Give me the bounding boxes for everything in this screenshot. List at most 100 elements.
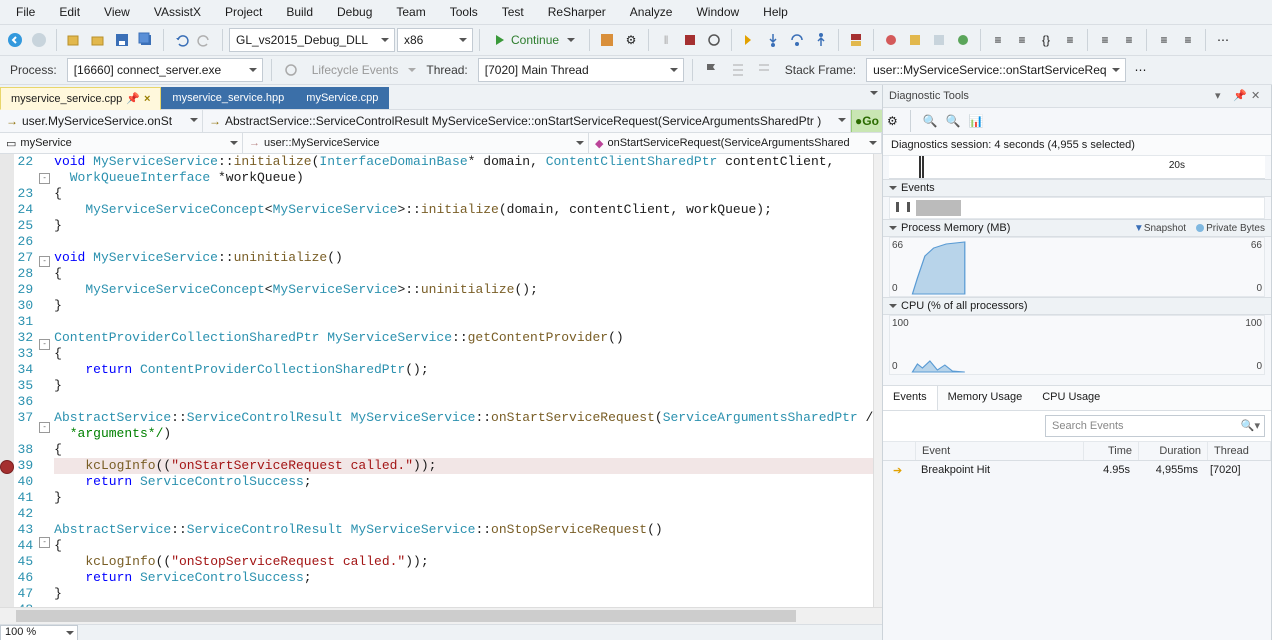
flag-icon[interactable] [701, 59, 723, 81]
tab-myservice-cpp[interactable]: myservice_service.cpp📌× [0, 87, 161, 110]
va-icon-5[interactable]: ≡ [987, 29, 1009, 51]
search-icon: 🔍▾ [1241, 419, 1260, 432]
menu-vassistx[interactable]: VAssistX [142, 1, 213, 23]
threads-icon[interactable] [727, 59, 749, 81]
overflow-icon-2[interactable]: ⋯ [1130, 59, 1152, 81]
vs-member-combo[interactable]: ◆onStartServiceRequest(ServiceArgumentsS… [589, 133, 882, 153]
gear-icon[interactable]: ⚙ [887, 114, 898, 128]
va-icon-10[interactable]: ≡ [1118, 29, 1140, 51]
redo-icon[interactable] [194, 29, 216, 51]
platform-combo[interactable]: x86 [397, 28, 473, 52]
menu-window[interactable]: Window [684, 1, 751, 23]
show-next-icon[interactable] [738, 29, 760, 51]
fold-button[interactable]: - [39, 173, 50, 184]
vs-type-combo[interactable]: →user::MyServiceService [243, 133, 589, 153]
memory-section[interactable]: Process Memory (MB) ▼SnapshotPrivate Byt… [883, 219, 1271, 237]
tab-myservice-cpp2[interactable]: myService.cpp [295, 87, 389, 109]
pause-icon[interactable]: ‖ [655, 29, 677, 51]
close-icon[interactable]: × [144, 93, 150, 105]
diag-tab-events[interactable]: Events [883, 386, 938, 410]
va-icon-1[interactable] [880, 29, 902, 51]
zoom-out-icon[interactable]: 🔍 [946, 114, 961, 128]
va-icon-11[interactable]: ≡ [1153, 29, 1175, 51]
process-combo[interactable]: [16660] connect_server.exe [67, 58, 263, 82]
diag-tab-memory[interactable]: Memory Usage [938, 386, 1033, 410]
go-button[interactable]: ●Go [851, 110, 882, 132]
open-icon[interactable] [87, 29, 109, 51]
restart-icon[interactable] [703, 29, 725, 51]
zoom-in-icon[interactable]: 🔍 [923, 114, 938, 128]
fold-button[interactable]: - [39, 422, 50, 433]
menu-debug[interactable]: Debug [325, 1, 384, 23]
nav-back-button[interactable] [4, 29, 26, 51]
step-out-icon[interactable] [810, 29, 832, 51]
zoom-combo[interactable]: 100 % [0, 625, 78, 640]
menu-tools[interactable]: Tools [438, 1, 490, 23]
va-icon-3[interactable] [928, 29, 950, 51]
nav-fwd-button[interactable] [28, 29, 50, 51]
diag-tab-cpu[interactable]: CPU Usage [1032, 386, 1110, 410]
vertical-scrollbar[interactable] [873, 154, 882, 607]
step-over-icon[interactable] [786, 29, 808, 51]
menu-file[interactable]: File [4, 1, 47, 23]
window-menu-icon[interactable]: ▾ [1215, 89, 1229, 103]
watch-icon[interactable] [845, 29, 867, 51]
fold-button[interactable]: - [39, 256, 50, 267]
va-icon-9[interactable]: ≡ [1094, 29, 1116, 51]
save-all-icon[interactable] [135, 29, 157, 51]
menu-build[interactable]: Build [274, 1, 325, 23]
time-ruler[interactable]: 20s [889, 156, 1265, 179]
close-icon[interactable]: ✕ [1251, 89, 1265, 103]
va-icon-6[interactable]: ≡ [1011, 29, 1033, 51]
menu-edit[interactable]: Edit [47, 1, 92, 23]
vs-project-combo[interactable]: ▭myService [0, 133, 243, 153]
lifecycle-label: Lifecycle Events [306, 63, 405, 77]
menu-analyze[interactable]: Analyze [618, 1, 685, 23]
pin-icon[interactable]: 📌 [1233, 89, 1247, 103]
fold-button[interactable]: - [39, 339, 50, 350]
new-project-icon[interactable] [63, 29, 85, 51]
menu-test[interactable]: Test [490, 1, 536, 23]
code-editor[interactable]: 2223242526272829303132333435363738394041… [0, 154, 882, 607]
horizontal-scrollbar[interactable] [0, 607, 882, 624]
lifecycle-icon[interactable] [280, 59, 302, 81]
va-icon-4[interactable] [952, 29, 974, 51]
thread-combo[interactable]: [7020] Main Thread [478, 58, 684, 82]
stackframe-combo[interactable]: user::MyServiceService::onStartServiceRe… [866, 58, 1125, 82]
overflow-icon[interactable]: ⋯ [1212, 29, 1234, 51]
save-icon[interactable] [111, 29, 133, 51]
va-member-combo[interactable]: →AbstractService::ServiceControlResult M… [203, 110, 851, 132]
stop-icon[interactable] [679, 29, 701, 51]
debug-prop-icon[interactable]: ⚙ [620, 29, 642, 51]
va-scope-combo[interactable]: →user.MyServiceService.onSt [0, 110, 203, 132]
va-icon-7[interactable]: {} [1035, 29, 1057, 51]
editor-footer: 100 % [0, 624, 882, 640]
menu-team[interactable]: Team [384, 1, 437, 23]
step-into-icon[interactable] [762, 29, 784, 51]
tab-myservice-hpp[interactable]: myservice_service.hpp [161, 87, 295, 109]
undo-icon[interactable] [170, 29, 192, 51]
tab-overflow-icon[interactable] [870, 91, 878, 99]
fold-button[interactable]: - [39, 537, 50, 548]
menu-help[interactable]: Help [751, 1, 800, 23]
events-section[interactable]: Events [883, 179, 1271, 197]
menu-project[interactable]: Project [213, 1, 274, 23]
continue-button[interactable]: Continue [486, 29, 583, 51]
menu-bar: File Edit View VAssistX Project Build De… [0, 0, 1272, 25]
breakpoint-icon[interactable] [0, 460, 14, 474]
threads-icon-2[interactable] [753, 59, 775, 81]
va-navbar: →user.MyServiceService.onSt →AbstractSer… [0, 109, 882, 133]
chart-icon[interactable]: 📊 [969, 114, 984, 128]
app-icon[interactable] [596, 29, 618, 51]
va-icon-8[interactable]: ≡ [1059, 29, 1081, 51]
event-row[interactable]: ➔ Breakpoint Hit 4.95s 4,955ms [7020] [883, 461, 1271, 480]
va-icon-2[interactable] [904, 29, 926, 51]
menu-resharper[interactable]: ReSharper [536, 1, 618, 23]
pin-icon[interactable]: 📌 [126, 93, 140, 105]
va-icon-12[interactable]: ≡ [1177, 29, 1199, 51]
search-events-input[interactable]: Search Events🔍▾ [1045, 415, 1265, 437]
cpu-section[interactable]: CPU (% of all processors) [883, 297, 1271, 315]
session-label: Diagnostics session: 4 seconds (4,955 s … [883, 135, 1271, 156]
menu-view[interactable]: View [92, 1, 142, 23]
config-combo[interactable]: GL_vs2015_Debug_DLL [229, 28, 395, 52]
